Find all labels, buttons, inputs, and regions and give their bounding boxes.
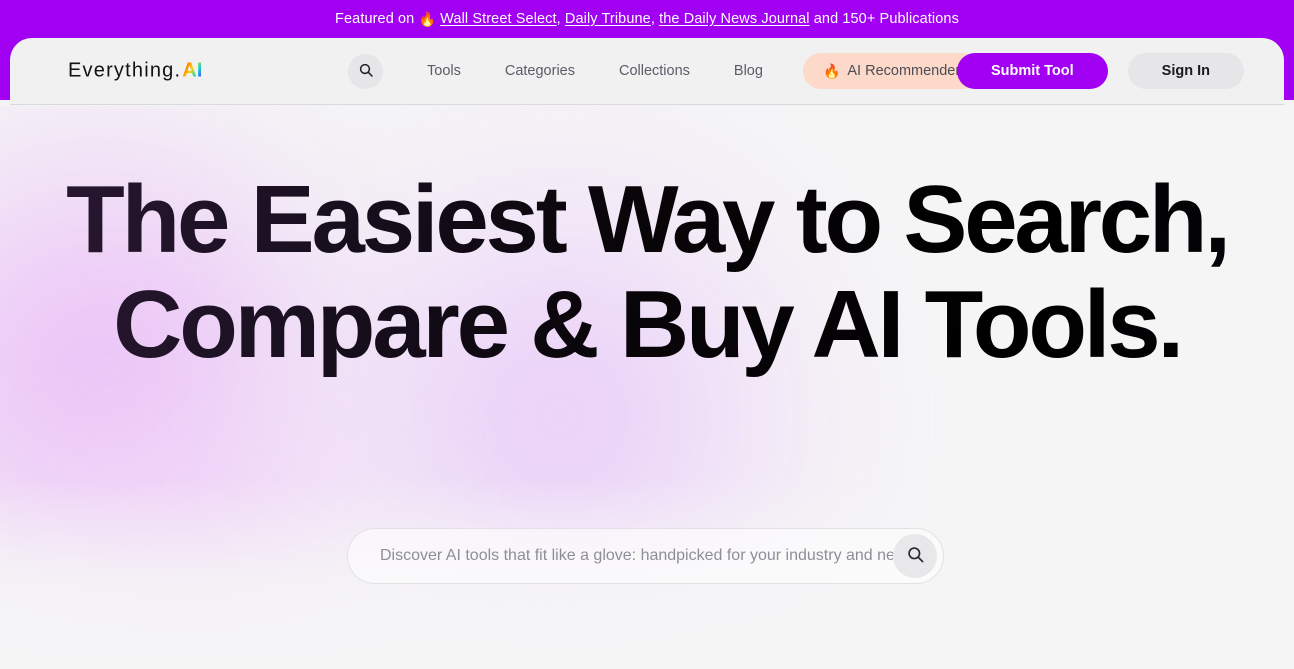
nav-item-blog[interactable]: Blog: [712, 63, 785, 79]
nav-search-button[interactable]: [348, 53, 383, 89]
nav-item-categories[interactable]: Categories: [483, 63, 597, 79]
announcement-link-daily-news-journal[interactable]: the Daily News Journal: [659, 11, 810, 27]
site-header: Everything. AI Tools Categories Collecti…: [10, 38, 1284, 105]
brand-logo[interactable]: Everything. AI: [68, 60, 202, 83]
announcement-link-wall-street-select[interactable]: Wall Street Select: [440, 11, 557, 27]
announcement-prefix: Featured on: [335, 11, 419, 27]
announcement-separator-2: ,: [650, 11, 660, 27]
page-title: The Easiest Way to Search, Compare & Buy…: [0, 167, 1294, 377]
fire-icon: 🔥: [418, 11, 437, 27]
nav-item-ai-recommender-label: AI Recommender: [847, 63, 961, 79]
primary-nav: Tools Categories Collections Blog 🔥 AI R…: [348, 53, 981, 89]
announcement-link-daily-tribune[interactable]: Daily Tribune: [565, 11, 651, 27]
submit-tool-button[interactable]: Submit Tool: [956, 53, 1108, 89]
nav-item-tools[interactable]: Tools: [405, 63, 483, 79]
nav-item-collections[interactable]: Collections: [597, 63, 712, 79]
sign-in-button[interactable]: Sign In: [1127, 53, 1244, 89]
announcement-suffix: and 150+ Publications: [809, 11, 959, 27]
nav-item-ai-recommender[interactable]: 🔥 AI Recommender: [802, 53, 981, 89]
search-icon: [906, 545, 925, 567]
announcement-separator-1: ,: [556, 11, 565, 27]
search-submit-button[interactable]: [893, 534, 937, 578]
brand-ai-mark: AI: [182, 59, 203, 82]
hero-search-bar[interactable]: [347, 528, 944, 584]
brand-name: Everything.: [68, 59, 182, 82]
search-icon: [358, 62, 374, 81]
announcement-text: Featured on 🔥 Wall Street Select , Daily…: [0, 0, 1294, 38]
hero-section: The Easiest Way to Search, Compare & Buy…: [0, 106, 1294, 669]
header-actions: Submit Tool Sign In: [956, 53, 1244, 89]
flame-icon: 🔥: [822, 63, 841, 79]
search-input[interactable]: [380, 547, 893, 565]
